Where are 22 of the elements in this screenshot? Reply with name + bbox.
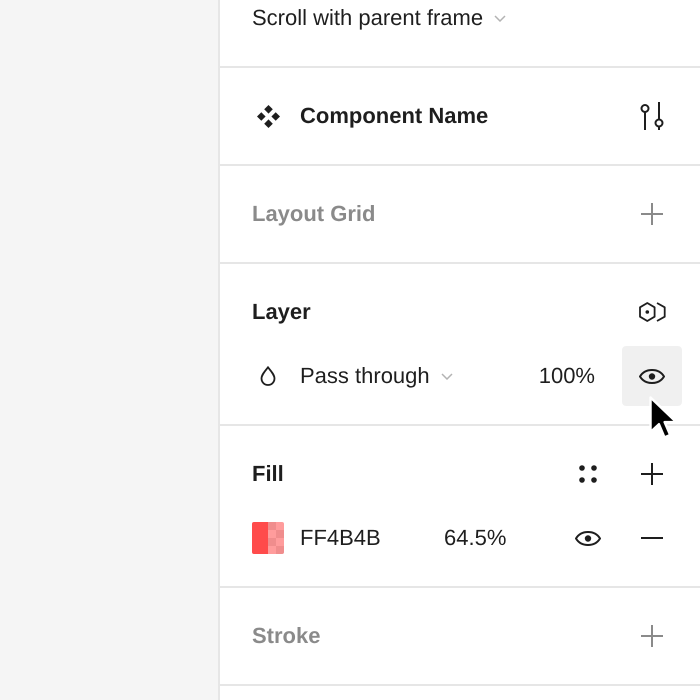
section-title: Stroke bbox=[252, 622, 320, 650]
opacity-value[interactable]: 64.5% bbox=[444, 522, 506, 554]
chevron-down-icon bbox=[440, 372, 453, 380]
sliders-icon bbox=[640, 102, 664, 130]
visibility-button[interactable] bbox=[622, 346, 682, 406]
opacity-value[interactable]: 100% bbox=[538, 360, 595, 392]
plus-icon bbox=[641, 625, 663, 647]
hex-value[interactable]: FF4B4B bbox=[300, 522, 444, 554]
chevron-down-icon bbox=[494, 14, 506, 22]
component-icon bbox=[256, 104, 280, 128]
plus-icon bbox=[641, 463, 663, 485]
section-title: Layer bbox=[252, 298, 311, 326]
minus-icon bbox=[641, 537, 663, 539]
droplet-icon bbox=[260, 366, 276, 386]
plus-icon bbox=[641, 203, 663, 225]
section-title: Fill bbox=[252, 460, 284, 488]
hexagon-icon bbox=[638, 302, 666, 322]
component-name: Component Name bbox=[300, 102, 488, 130]
blend-mode-dropdown[interactable]: Pass through bbox=[300, 360, 453, 392]
four-dots-icon bbox=[579, 465, 597, 483]
section-title: Layout Grid bbox=[252, 200, 376, 228]
scroll-behavior-dropdown[interactable]: Scroll with parent frame bbox=[252, 2, 506, 34]
